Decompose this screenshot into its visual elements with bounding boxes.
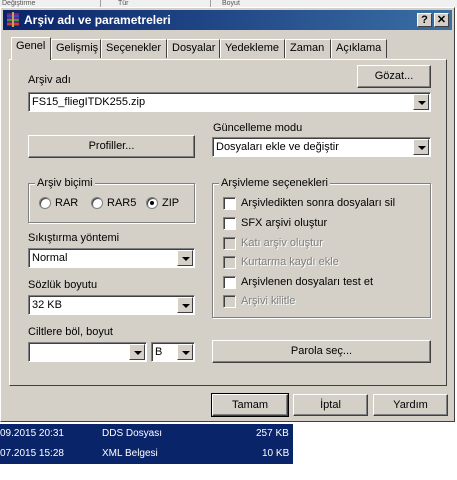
cancel-button[interactable]: İptal [293, 394, 368, 416]
split-size-combo[interactable] [28, 342, 147, 362]
profiles-button[interactable]: Profiller... [28, 135, 195, 158]
bg-row-size: 10 KB [262, 448, 290, 459]
tab-genel[interactable]: Genel [11, 37, 51, 60]
compression-value: Normal [32, 252, 68, 264]
checkbox-solid-label: Katı arşiv oluştur [241, 237, 323, 249]
chevron-down-icon[interactable] [177, 297, 193, 313]
dictionary-label: Sözlük boyutu [28, 279, 98, 291]
archive-format-group: Arşiv biçimi RAR RAR5 ZIP [28, 177, 195, 223]
close-button[interactable]: ✕ [434, 13, 449, 27]
ok-button[interactable]: Tamam [211, 393, 289, 417]
checkbox-test[interactable] [223, 276, 236, 289]
update-mode-select[interactable]: Dosyaları ekle ve değiştir [212, 137, 431, 157]
tab-aciklama[interactable]: Açıklama [331, 39, 387, 58]
checkbox-sfx[interactable] [223, 217, 236, 230]
password-button[interactable]: Parola seç... [212, 340, 431, 363]
bg-row-size: 257 KB [256, 428, 289, 439]
tab-gelismis[interactable]: Gelişmiş [51, 39, 101, 58]
radio-rar-label: RAR [55, 197, 79, 209]
radio-rar5-label: RAR5 [107, 197, 137, 209]
checkbox-solid [223, 237, 236, 250]
update-mode-value: Dosyaları ekle ve değiştir [216, 141, 339, 153]
compression-select[interactable]: Normal [28, 248, 195, 268]
checkbox-delete-after-label: Arşivledikten sonra dosyaları sil [241, 197, 396, 209]
chevron-down-icon[interactable] [413, 139, 429, 155]
archiving-options-legend: Arşivleme seçenekleri [219, 177, 330, 189]
radio-rar[interactable] [39, 197, 51, 209]
bg-row-date: 07.2015 15:28 [0, 448, 64, 459]
title-bar[interactable]: Arşiv adı ve parametreleri ? ✕ [3, 10, 452, 30]
bg-row-type: DDS Dosyası [102, 428, 163, 439]
tab-secenekler[interactable]: Seçenekler [101, 39, 167, 58]
checkbox-sfx-label: SFX arşivi oluştur [241, 217, 328, 229]
checkbox-delete-after[interactable] [223, 197, 236, 210]
compression-label: Sıkıştırma yöntemi [28, 232, 120, 244]
chevron-down-icon[interactable] [177, 250, 193, 266]
chevron-down-icon[interactable] [129, 344, 145, 360]
bg-list-row[interactable]: 09.2015 20:31 DDS Dosyası 257 KB [0, 424, 293, 444]
archive-dialog: Arşiv adı ve parametreleri ? ✕ Genel Gel… [0, 7, 455, 422]
radio-zip-label: ZIP [162, 197, 180, 209]
archive-name-combo[interactable]: FS15_fliegITDK255.zip [28, 92, 431, 112]
tab-yedekleme[interactable]: Yedekleme [220, 39, 285, 58]
bg-list-row[interactable]: 07.2015 15:28 XML Belgesi 10 KB [0, 444, 293, 464]
dictionary-select[interactable]: 32 KB [28, 295, 195, 315]
archive-format-legend: Arşiv biçimi [35, 177, 95, 189]
split-label: Ciltlere böl, boyut [28, 326, 113, 338]
radio-zip[interactable] [146, 197, 158, 209]
help-title-button[interactable]: ? [417, 13, 432, 27]
browse-button[interactable]: Gözat... [357, 65, 431, 88]
update-mode-label: Güncelleme modu [213, 122, 303, 134]
chevron-down-icon[interactable] [413, 94, 429, 110]
archiving-options-group: Arşivleme seçenekleri Arşivledikten sonr… [212, 177, 431, 318]
radio-rar5[interactable] [91, 197, 103, 209]
archive-name-value: FS15_fliegITDK255.zip [32, 96, 146, 108]
bg-row-type: XML Belgesi [102, 448, 158, 459]
winrar-icon [7, 12, 19, 27]
tab-dosyalar[interactable]: Dosyalar [167, 39, 220, 58]
dialog-title: Arşiv adı ve parametreleri [24, 13, 171, 27]
bg-row-date: 09.2015 20:31 [0, 428, 64, 439]
chevron-down-icon[interactable] [177, 344, 193, 360]
tab-zaman[interactable]: Zaman [285, 39, 331, 58]
checkbox-lock [223, 295, 236, 308]
help-button[interactable]: Yardım [373, 394, 448, 416]
checkbox-lock-label: Arşivi kilitle [241, 295, 296, 307]
dictionary-value: 32 KB [32, 299, 62, 311]
archive-name-label: Arşiv adı [28, 74, 71, 86]
split-unit-value: B [155, 346, 163, 358]
checkbox-recovery-label: Kurtarma kaydı ekle [241, 256, 339, 268]
split-unit-select[interactable]: B [151, 342, 195, 362]
checkbox-recovery [223, 256, 236, 269]
checkbox-test-label: Arşivlenen dosyaları test et [241, 276, 374, 288]
